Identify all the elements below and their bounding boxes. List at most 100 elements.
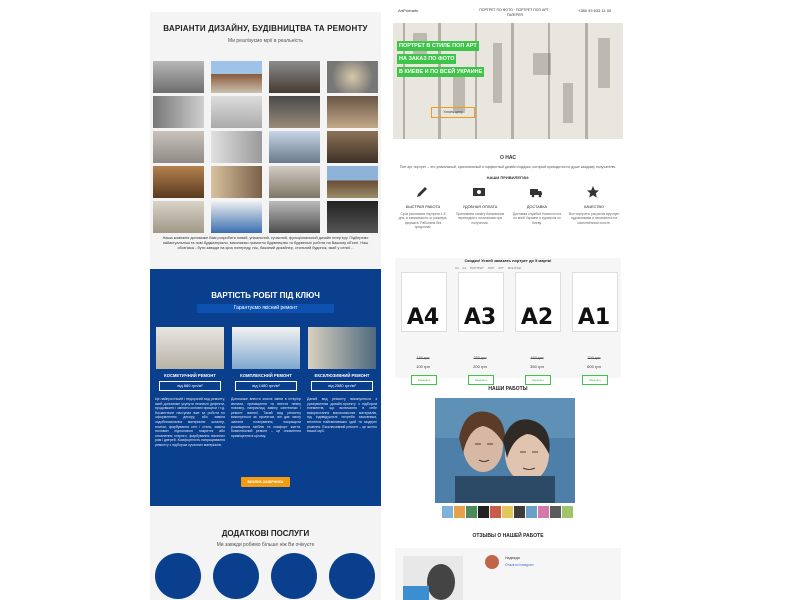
gallery-image[interactable]: [269, 201, 320, 233]
card-text: Допоможе внести значні зміни в інтер'єр …: [231, 397, 301, 438]
thumbnail[interactable]: [490, 506, 501, 518]
hero-price-button[interactable]: Узнать цену: [431, 107, 475, 118]
gallery-image[interactable]: [211, 61, 262, 93]
thumbnail[interactable]: [562, 506, 573, 518]
thumbnail[interactable]: [514, 506, 525, 518]
gallery-image[interactable]: [327, 61, 378, 93]
thumbnail[interactable]: [454, 506, 465, 518]
portrait-artwork[interactable]: [435, 398, 575, 503]
star-icon: [587, 186, 599, 198]
new-price: 100 грн: [416, 364, 430, 369]
thumbnail[interactable]: [538, 506, 549, 518]
reviews-title: ОТЗЫВЫ О НАШЕЙ РАБОТЕ: [472, 533, 544, 539]
thumbnail[interactable]: [526, 506, 537, 518]
hero-line-2: НА ЗАКАЗ ПО ФОТО: [397, 54, 457, 64]
order-button[interactable]: Заказать: [582, 375, 608, 385]
reviewer-name: Надежда: [505, 556, 520, 560]
thumbnail[interactable]: [442, 506, 453, 518]
formats-title: Скидки! Успей заказать портрет до 5 март…: [464, 258, 552, 263]
review-photo: [403, 556, 463, 600]
service-card-icon[interactable]: [213, 553, 259, 599]
feature-title: КАЧЕСТВО: [584, 205, 604, 209]
card-text: Це найпростіший і недорогий вид ремонту,…: [155, 397, 225, 447]
money-icon: [473, 188, 485, 196]
review-source-link[interactable]: Отзыв из Instagram: [505, 563, 534, 567]
order-button[interactable]: Заказать: [411, 375, 437, 385]
about-title: О НАС: [500, 155, 516, 161]
card-price: від 1480 грн/м²: [235, 381, 297, 391]
old-price: 450 грн: [530, 356, 544, 360]
format-size: A4: [406, 305, 440, 330]
services-subtitle: Ми завжди робимо більше ніж Ви очікуєте: [216, 542, 315, 548]
old-price: 700 грн: [587, 356, 601, 360]
format-size: A2: [520, 305, 554, 330]
gallery-image[interactable]: [269, 131, 320, 163]
hero-line-3: В КИЕВЕ И ПО ВСЕЙ УКРАИНЕ: [397, 67, 485, 77]
gallery-image[interactable]: [269, 96, 320, 128]
format-size: A1: [577, 305, 611, 330]
left-page: ВАРІАНТИ ДИЗАЙНУ, БУДІВНИЦТВА ТА РЕМОНТУ…: [150, 12, 381, 600]
order-button[interactable]: Заказать: [525, 375, 551, 385]
truck-icon: [530, 189, 542, 198]
gallery-image[interactable]: [211, 166, 262, 198]
gallery-image[interactable]: [211, 201, 262, 233]
gallery-image[interactable]: [327, 166, 378, 198]
feature-text: Все портреты рисуются вручную художникам…: [569, 212, 619, 225]
new-price: 600 грн: [587, 364, 601, 369]
right-page: ArtPortraits ПОРТРЕТ ПО ФОТО · ПОРТРЕТ П…: [393, 0, 623, 600]
gallery-description: Наша компанія допоможе Вам розробити нов…: [162, 236, 369, 250]
feature-title: УДОБНАЯ ОПЛАТА: [462, 205, 498, 209]
gallery-image[interactable]: [153, 166, 204, 198]
gallery-image[interactable]: [153, 61, 204, 93]
card-name: КОСМЕТИЧНИЙ РЕМОНТ: [164, 373, 216, 378]
service-people-icon[interactable]: [155, 553, 201, 599]
gallery-image[interactable]: [327, 201, 378, 233]
card-image: [308, 327, 376, 369]
thumbnail[interactable]: [502, 506, 513, 518]
card-image: [232, 327, 300, 369]
services-title: ДОДАТКОВІ ПОСЛУГИ: [221, 529, 310, 538]
formats-tabs[interactable]: A4 A3 ПОРТРЕТ ПОП АРТ МОНТАЖ: [455, 266, 521, 270]
card-name: КОМПЛЕКСНИЙ РЕМОНТ: [240, 373, 292, 378]
new-price: 200 грн: [473, 364, 487, 369]
call-measurer-button[interactable]: ВИКЛИК ЗАМІРНИКА: [241, 477, 290, 487]
thumbnail[interactable]: [478, 506, 489, 518]
header-phone[interactable]: +380 93 633 11 00: [578, 8, 611, 13]
site-logo[interactable]: ArtPortraits: [398, 8, 418, 13]
gallery-image[interactable]: [153, 96, 204, 128]
gallery-image[interactable]: [153, 201, 204, 233]
about-text: Поп арт портрет – это уникальный, оригин…: [399, 165, 617, 169]
thumbnail[interactable]: [466, 506, 477, 518]
pencil-icon: [417, 187, 427, 197]
service-tool-icon[interactable]: [329, 553, 375, 599]
gallery-image[interactable]: [327, 96, 378, 128]
gallery-image[interactable]: [211, 131, 262, 163]
works-thumbnails: [442, 506, 574, 518]
old-price: 250 грн: [473, 356, 487, 360]
gallery-image[interactable]: [211, 96, 262, 128]
service-radiator-icon[interactable]: [271, 553, 317, 599]
gallery-image[interactable]: [269, 166, 320, 198]
pricing-section: ВАРТІСТЬ РОБІТ ПІД КЛЮЧ Гарантуємо якісн…: [150, 269, 381, 506]
feature-text: Доставка службой Новая почта по всей Укр…: [512, 212, 562, 225]
hero-line-1: ПОРТРЕТ В СТИЛЕ ПОП АРТ: [397, 41, 479, 51]
feature-title: БЫСТРАЯ РАБОТА: [405, 205, 441, 209]
new-price: 350 грн: [530, 364, 544, 369]
old-price: 150 грн: [416, 356, 430, 360]
card-price: від 2580 грн/м²: [311, 381, 373, 391]
order-button[interactable]: Заказать: [468, 375, 494, 385]
feature-text: Срок рисования портрета 1-5 дня, в завис…: [398, 212, 448, 230]
card-price: від 880 грн/м²: [159, 381, 221, 391]
gallery-grid: [153, 61, 378, 247]
top-nav[interactable]: ПОРТРЕТ ПО ФОТО · ПОРТРЕТ ПОП АРТ · ГАЛЕ…: [475, 8, 555, 18]
gallery-title: ВАРІАНТИ ДИЗАЙНУ, БУДІВНИЦТВА ТА РЕМОНТУ: [163, 24, 368, 33]
format-size: A3: [463, 305, 497, 330]
feature-title: ДОСТАВКА: [526, 205, 548, 209]
gallery-image[interactable]: [153, 131, 204, 163]
formats-section: Скидки! Успей заказать портрет до 5 март…: [395, 258, 621, 385]
privileges-title: НАШИ ПРИВИЛЕГИИ:: [486, 175, 530, 180]
reviewer-avatar: [485, 555, 499, 569]
thumbnail[interactable]: [550, 506, 561, 518]
gallery-image[interactable]: [327, 131, 378, 163]
gallery-image[interactable]: [269, 61, 320, 93]
